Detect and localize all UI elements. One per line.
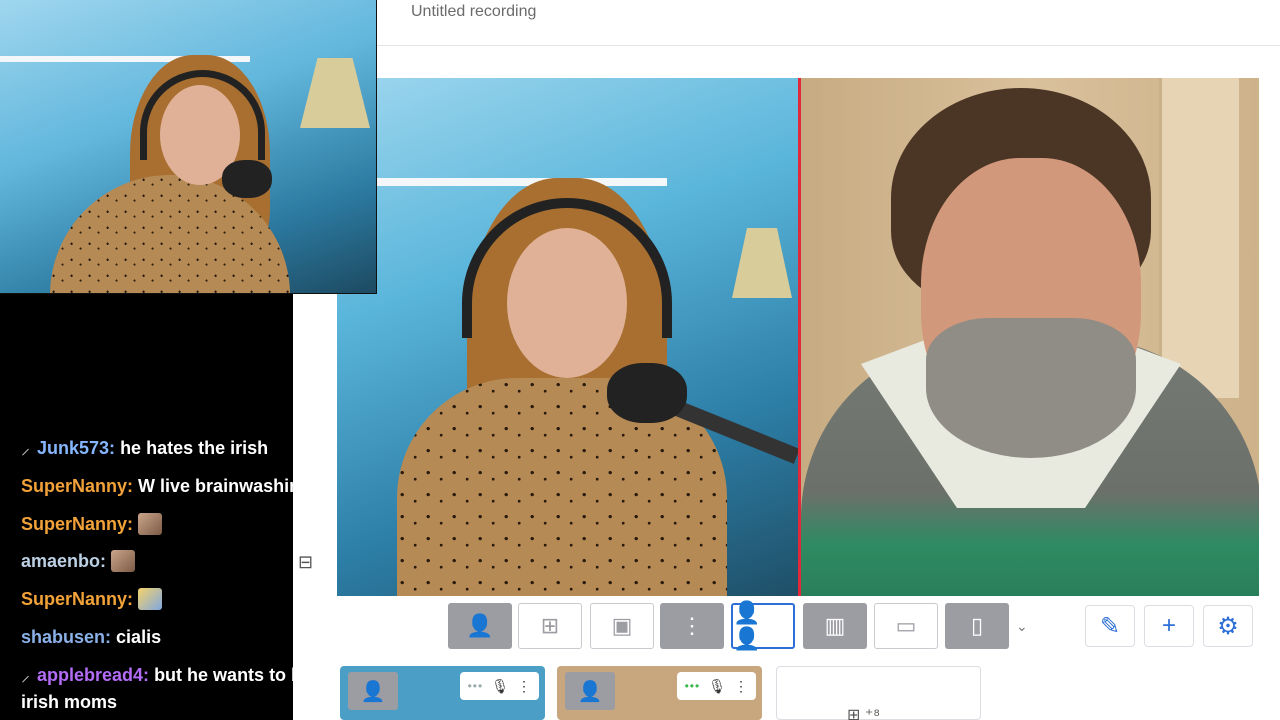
chat-text: cialis [116,627,162,647]
chat-username: applebread4: [37,665,150,685]
chat-message: SuperNanny: [21,513,163,535]
chat-message: ⸝ Junk573: he hates the irish [21,437,268,459]
emote-icon [138,513,163,535]
chat-username: amaenbo: [21,551,107,571]
add-button[interactable]: + [1144,605,1194,647]
chat-text: irish moms [21,692,118,712]
audio-level-icon: ••• [684,679,701,693]
streamer-microphone [222,160,272,198]
emote-icon [111,550,136,572]
avatar: 👤 [565,672,615,710]
split-icon: ▥ [824,613,846,638]
stream-screen: Untitled recording 20p ⊟ 👤 ⊞ [0,0,1280,720]
presentation-icon: ▭ [895,613,917,638]
participant-thumb[interactable]: 👤 ••• 🎙 ⋮ [557,666,762,720]
more-options-icon[interactable]: ⋮ [517,678,531,695]
chat-text: he hates the irish [120,438,269,458]
speaker-thumb-icon: ▣ [611,613,633,638]
layout-single-speaker-button[interactable]: 👤 [448,603,512,649]
badge-icon: ⸝ [21,665,30,685]
list-icon: ⋮ [681,613,703,638]
chat-message: irish moms [21,691,117,713]
chat-overlay: ⸝ Junk573: he hates the irish SuperNanny:… [0,294,334,720]
webcam-overlay [0,0,377,294]
pencil-icon: ✎ [1099,612,1121,640]
lamp [300,58,370,128]
video-tile-host[interactable]: 20p [337,78,798,596]
microphone-icon[interactable]: 🎙 [708,678,726,695]
recording-header: Untitled recording [377,0,1280,46]
chat-username: SuperNanny: [21,514,134,534]
chat-text: W live brainwashing [138,476,312,496]
emote-icon [138,588,163,610]
chat-message: SuperNanny: [21,588,163,610]
two-people-icon: 👤 👤 [733,600,761,651]
sidebar-toggle[interactable]: ⊟ [293,522,337,602]
chat-username: SuperNanny: [21,589,134,609]
layout-grid-small-button[interactable]: ⊞ [518,603,582,649]
person-icon: 👤 [466,613,494,638]
chat-username: Junk573: [37,438,116,458]
door [1159,78,1239,398]
recording-title[interactable]: Untitled recording [411,3,536,21]
grid-icon: ⊞ [540,613,560,638]
video-tile-guest[interactable] [798,78,1259,596]
more-options-icon[interactable]: ⋮ [734,678,748,695]
plus-icon: + [1161,612,1176,639]
layout-side-by-side-gray-button[interactable]: ▥ [803,603,867,649]
video-stage: 20p [337,78,1259,596]
chevron-down-icon[interactable]: ⌄ [1016,618,1028,635]
chat-username: shabusen: [21,627,112,647]
participant-controls: ••• 🎙 ⋮ [676,672,756,700]
settings-button[interactable]: ⚙ [1203,605,1253,647]
edit-button[interactable]: ✎ [1085,605,1135,647]
microphone-icon[interactable]: 🎙 [491,678,509,695]
guest-beard [926,318,1136,458]
avatar: 👤 [348,672,398,710]
participant-controls: ••• 🎙 ⋮ [459,672,539,700]
gear-icon: ⚙ [1217,612,1239,640]
chat-message: shabusen: cialis [21,626,161,648]
layout-speaker-thumb-button[interactable]: ▣ [590,603,654,649]
chat-message: ⸝ applebread4: but he wants to bang [21,664,334,686]
layout-toolbar: 👤 ⊞ ▣ ⋮ 👤 👤 ▥ ▭ ▯ ⌄ ✎ + ⚙ [337,600,1259,652]
lamp [732,228,792,298]
panel-icon: ⊟ [298,552,314,572]
chat-message: amaenbo: [21,550,136,572]
screen-icon: ▯ [970,613,984,638]
add-participant-icon: ⊞ ⁺⁸ [847,707,881,720]
chat-username: SuperNanny: [21,476,134,496]
host-microphone [607,363,687,423]
participant-thumb[interactable]: 👤 ••• 🎙 ⋮ [340,666,545,720]
layout-screen-share-button[interactable]: ▯ [945,603,1009,649]
chat-message: SuperNanny: W live brainwashing [21,475,311,497]
audio-level-icon: ••• [467,679,484,693]
layout-presentation-button[interactable]: ▭ [874,603,938,649]
chat-text: but he wants to bang [154,665,335,685]
layout-side-by-side-button[interactable]: 👤 👤 [731,600,795,651]
shelf [367,178,667,186]
badge-icon: ⸝ [21,438,30,458]
layout-speaker-list-button[interactable]: ⋮ [660,603,724,649]
add-participant-box[interactable]: ⊞ ⁺⁸ [776,666,981,720]
